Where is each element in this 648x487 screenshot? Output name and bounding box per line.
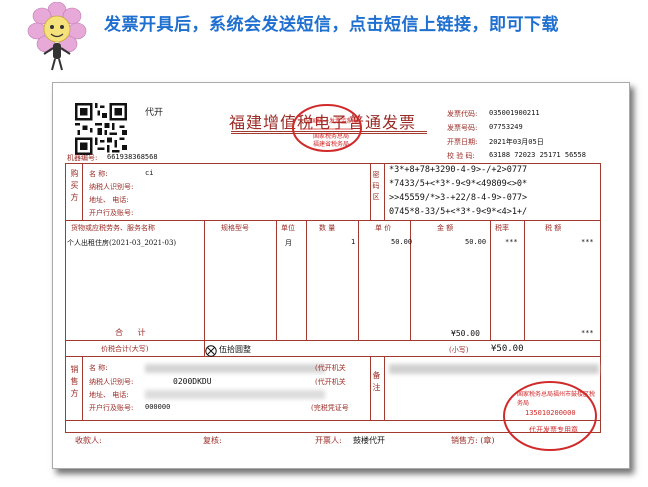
buyer-section-label: 购买方 xyxy=(70,169,79,205)
seller-bank: 000000 xyxy=(145,403,171,411)
item-price: 50.00 xyxy=(391,238,413,246)
cipher-line: >>45559/*>3-+22/8-4-9>-077> xyxy=(389,193,528,203)
col-header-amount: 金 额 xyxy=(437,224,454,232)
reviewer-label: 复核: xyxy=(203,436,222,445)
col-header-price: 单 价 xyxy=(375,224,392,232)
qr-code xyxy=(75,103,127,155)
invoice-code: 035001900211 xyxy=(489,109,540,117)
col-header-qty: 数 量 xyxy=(319,224,336,232)
col-header-goods: 货物或应税劳务、服务名称 xyxy=(71,224,155,232)
mascot-flower-logo xyxy=(26,1,88,72)
col-header-taxrate: 税率 xyxy=(495,224,509,232)
machine-no-label: 机器编号: xyxy=(67,154,98,162)
buyer-name-label: 名 称: xyxy=(89,170,108,178)
stamp-top-text: 全国统一发票监制章 xyxy=(305,118,360,125)
voucher-label: (完税凭证号 xyxy=(311,404,349,412)
drawer-label: 开票人: xyxy=(315,436,342,445)
seller-stamp-bottom: 代开发票专用章 xyxy=(529,426,578,434)
seller-addr-label: 地址、 电话: xyxy=(89,391,129,399)
supervision-stamp: 全国统一发票监制章 国家税务总局 福建省税务局 xyxy=(291,103,363,153)
payee-label: 收款人: xyxy=(75,436,102,445)
item-amount: 50.00 xyxy=(465,238,487,246)
total-small-label: (小写) xyxy=(449,346,469,354)
total-words-label: 价税合计(大写) xyxy=(101,345,149,353)
cipher-line: 0745*8-33/5+<*3*-9<9*<4>1+/ xyxy=(389,207,528,217)
e-invoice: 代开 福建增值税电子普通发票 全国统一发票监制章 国家税务总局 福建省税务局 发… xyxy=(52,82,630,469)
buyer-bank-label: 开户行及账号: xyxy=(89,209,134,217)
buyer-addr-label: 地址、 电话: xyxy=(89,196,129,204)
date-label: 开票日期: xyxy=(447,138,478,146)
notes-section-label: 备注 xyxy=(372,371,381,395)
buyer-taxid-label: 纳税人识别号: xyxy=(89,183,134,191)
redacted-seller-addr xyxy=(145,390,325,399)
item-name: 个人出租住房(2021-03_2021-03) xyxy=(67,239,177,247)
seller-stamp: 国家税务总局福州市鼓楼区税务局 135010200000 代开发票专用章 xyxy=(501,379,599,453)
item-tax: *** xyxy=(581,238,594,246)
cipher-line: *3*+8+78+3290-4-9>-/+2>0777 xyxy=(389,165,528,175)
total-amount: ¥50.00 xyxy=(451,329,480,338)
cipher-section-label: 密码区 xyxy=(372,171,380,204)
seller-bank-label: 开户行及账号: xyxy=(89,404,134,412)
item-qty: 1 xyxy=(351,238,356,246)
invoice-number: 07753249 xyxy=(489,123,523,131)
seller-stamp-text: 国家税务总局福州市鼓楼区税务局 xyxy=(517,391,596,407)
check-code: 63188 72023 25171 56558 xyxy=(489,151,586,159)
total-tax: *** xyxy=(581,329,594,337)
machine-no: 661938368568 xyxy=(107,153,158,161)
cipher-line: *7433/5+<*3*-9<9*<49809<>0* xyxy=(389,179,528,189)
drawer-name: 鼓楼代开 xyxy=(353,436,385,445)
total-label: 合 计 xyxy=(115,328,152,337)
col-header-spec: 规格型号 xyxy=(221,224,249,232)
col-header-unit: 单位 xyxy=(281,224,295,232)
total-small: ¥50.00 xyxy=(491,344,524,354)
number-label: 发票号码: xyxy=(447,124,478,132)
seller-taxid-label: 纳税人识别号: xyxy=(89,378,134,386)
redacted-notes xyxy=(389,364,599,374)
issue-type: 代开 xyxy=(145,108,164,118)
item-tax-rate: *** xyxy=(505,238,518,246)
redacted-seller-name xyxy=(145,364,325,373)
agency-label-2: (代开机关 xyxy=(315,378,346,386)
agency-label-1: (代开机关 xyxy=(315,364,346,372)
seller-sign-label: 销售方: (章) xyxy=(451,436,495,445)
seller-name-label: 名 称: xyxy=(89,364,108,372)
instruction-banner: 发票开具后，系统会发送短信，点击短信上链接，即可下载 xyxy=(104,15,559,35)
cross-circle-icon xyxy=(205,342,217,357)
check-code-label: 校 验 码: xyxy=(447,152,475,160)
col-header-tax: 税 额 xyxy=(545,224,562,232)
buyer-name: ci xyxy=(145,169,154,177)
item-unit: 月 xyxy=(285,239,292,247)
seller-section-label: 销售方 xyxy=(70,365,79,401)
code-label: 发票代码: xyxy=(447,110,478,118)
total-words: 伍拾圆整 xyxy=(219,345,251,354)
seller-stamp-code: 135010200000 xyxy=(525,409,576,417)
seller-taxid: 0200DKDU xyxy=(173,377,212,386)
stamp-bottom-text: 福建省税务局 xyxy=(313,141,350,148)
invoice-date: 2021年03月05日 xyxy=(489,138,544,146)
